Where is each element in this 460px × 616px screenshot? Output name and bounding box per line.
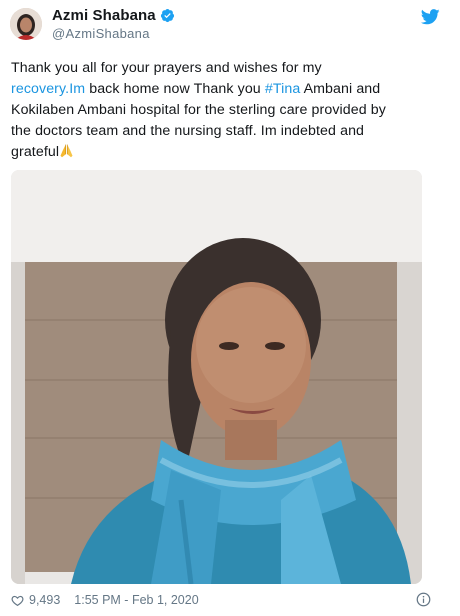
tweet-line-1: Thank you all for your prayers and wishe…: [11, 60, 322, 76]
tweet-line-2-text: back home now Thank you: [85, 81, 265, 97]
tweet-line-5: grateful: [11, 142, 441, 163]
embedded-tweet-card: Azmi Shabana @AzmiShabana Thank you all …: [0, 0, 460, 616]
author-display-name[interactable]: Azmi Shabana: [52, 7, 175, 24]
tweet-line-2: recovery.Im back home now Thank you #Tin…: [11, 79, 441, 100]
tweet-photo[interactable]: [11, 170, 422, 584]
tweet-footer: 9,493 1:55 PM - Feb 1, 2020: [11, 590, 441, 610]
verified-badge-icon: [160, 8, 174, 23]
like-count[interactable]: 9,493: [29, 593, 60, 607]
tweet-line-2-end: Ambani and: [300, 81, 381, 97]
tweet-line-4: the doctors team and the nursing staff. …: [11, 123, 365, 139]
author-handle[interactable]: @AzmiShabana: [52, 26, 150, 41]
recovery-link[interactable]: recovery.Im: [11, 81, 85, 97]
heart-outline-icon[interactable]: [11, 594, 24, 607]
tweet-timestamp[interactable]: 1:55 PM - Feb 1, 2020: [74, 593, 198, 607]
hashtag-tina-link[interactable]: #Tina: [265, 81, 300, 97]
tweet-text: Thank you all for your prayers and wishe…: [11, 58, 441, 163]
author-name-text[interactable]: Azmi Shabana: [52, 7, 156, 24]
twitter-bird-icon[interactable]: [421, 9, 440, 25]
info-circle-icon[interactable]: [416, 592, 431, 607]
avatar[interactable]: [10, 8, 42, 40]
tweet-line-3: Kokilaben Ambani hospital for the sterli…: [11, 102, 386, 118]
tweet-line-5-text: grateful: [11, 144, 60, 160]
folded-hands-emoji: [60, 144, 73, 158]
